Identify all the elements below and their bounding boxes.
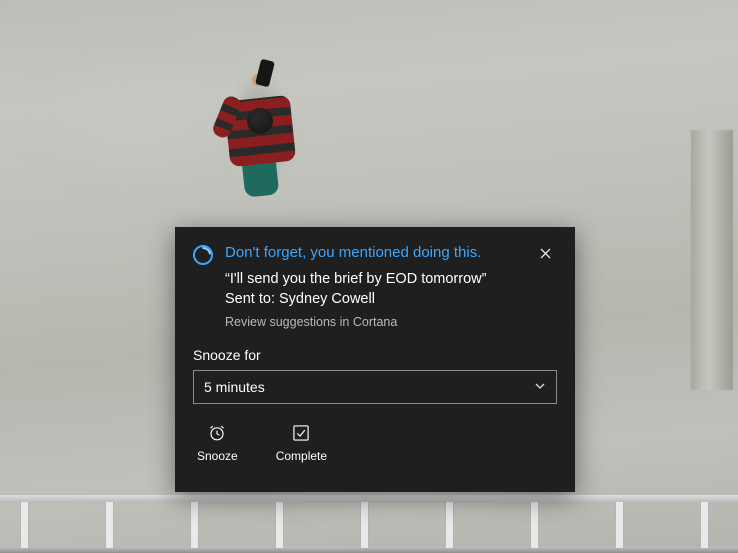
snooze-duration-select[interactable]: 5 minutes — [193, 370, 557, 404]
toast-actions: Snooze Complete — [193, 420, 557, 465]
person-head — [247, 108, 273, 134]
toast-sent-to: Sent to: Sydney Cowell — [225, 289, 557, 309]
checkbox-checked-icon — [290, 422, 312, 444]
railing-post — [615, 502, 624, 548]
snooze-for-label: Snooze for — [193, 347, 557, 363]
toast-review-link[interactable]: Review suggestions in Cortana — [225, 315, 557, 329]
toast-sent-to-name: Sydney Cowell — [279, 291, 375, 307]
railing-post — [360, 502, 369, 548]
complete-button[interactable]: Complete — [272, 420, 331, 465]
toast-sent-to-prefix: Sent to: — [225, 291, 279, 307]
railing-post — [275, 502, 284, 548]
railing-post — [445, 502, 454, 548]
railing-post — [700, 502, 709, 548]
toast-title: Don't forget, you mentioned doing this. — [225, 243, 481, 263]
wall-pillar — [691, 130, 733, 390]
snooze-button-label: Snooze — [197, 449, 238, 463]
close-button[interactable] — [533, 243, 557, 267]
railing-post — [190, 502, 199, 548]
toast-header: Don't forget, you mentioned doing this. — [193, 243, 557, 267]
cortana-reminder-toast: Don't forget, you mentioned doing this. … — [175, 227, 575, 492]
railing-post — [20, 502, 29, 548]
snooze-duration-value: 5 minutes — [204, 379, 265, 395]
railing-post — [530, 502, 539, 548]
close-icon — [540, 246, 551, 264]
alarm-clock-icon — [206, 422, 228, 444]
toast-quote: “I'll send you the brief by EOD tomorrow… — [225, 269, 557, 289]
desktop-wallpaper: Don't forget, you mentioned doing this. … — [0, 0, 738, 553]
toast-body: “I'll send you the brief by EOD tomorrow… — [225, 269, 557, 329]
railing-post — [105, 502, 114, 548]
wall-smudge — [40, 60, 240, 180]
chevron-down-icon — [534, 379, 546, 395]
cortana-icon — [193, 245, 213, 265]
complete-button-label: Complete — [276, 449, 327, 463]
snooze-button[interactable]: Snooze — [193, 420, 242, 465]
